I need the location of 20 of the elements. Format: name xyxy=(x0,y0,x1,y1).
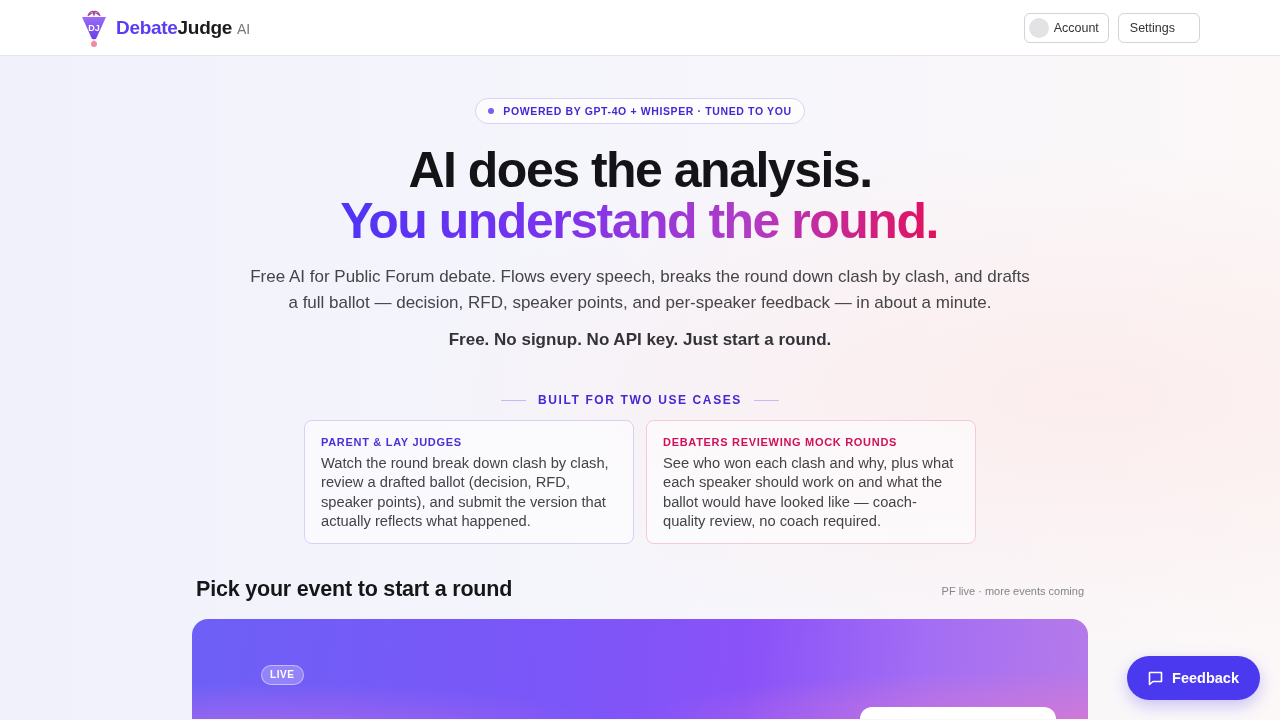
brand-name: DebateJudge AI xyxy=(116,16,251,39)
hero-badge: POWERED BY GPT-4O + WHISPER · TUNED TO YOU xyxy=(475,98,805,124)
live-badge: LIVE xyxy=(261,665,304,685)
card-title: PARENT & LAY JUDGES xyxy=(321,435,463,449)
chat-icon xyxy=(1148,670,1164,686)
action-button[interactable] xyxy=(860,707,1056,719)
card-title: DEBATERS REVIEWING MOCK ROUNDS xyxy=(663,435,899,449)
account-button[interactable]: Account xyxy=(1023,12,1109,43)
section-label: BUILT FOR TWO USE CASES xyxy=(538,392,742,408)
section-heading: Pick your event to start a round xyxy=(196,577,513,601)
dot-icon xyxy=(488,108,495,114)
events-note: PF live · more events coming xyxy=(941,585,1084,597)
hero-tagline: Free. No signup. No API key. Just start a round. xyxy=(448,329,832,351)
avatar-icon xyxy=(1028,17,1049,38)
card-text: See who won each clash and why, plus what each speaker should work on and what the ballot would have looked like — coach-quality review, no coach required. xyxy=(663,454,955,532)
settings-button[interactable]: Settings xyxy=(1117,12,1200,43)
hero-description: Free AI for Public Forum debate. Flows every speech, breaks the round down clash by clash, and drafts a full ballot — decision, RFD, speaker points, and per-speaker feedback — in about a minute. xyxy=(250,266,1030,314)
card-text: Watch the round break down clash by clash, review a drafted ballot (decision, RFD, speaker points), and submit the version that actually reflects what happened. xyxy=(321,454,610,532)
feedback-button[interactable]: Feedback xyxy=(1127,656,1260,700)
brand-logo: DJ xyxy=(80,8,108,47)
